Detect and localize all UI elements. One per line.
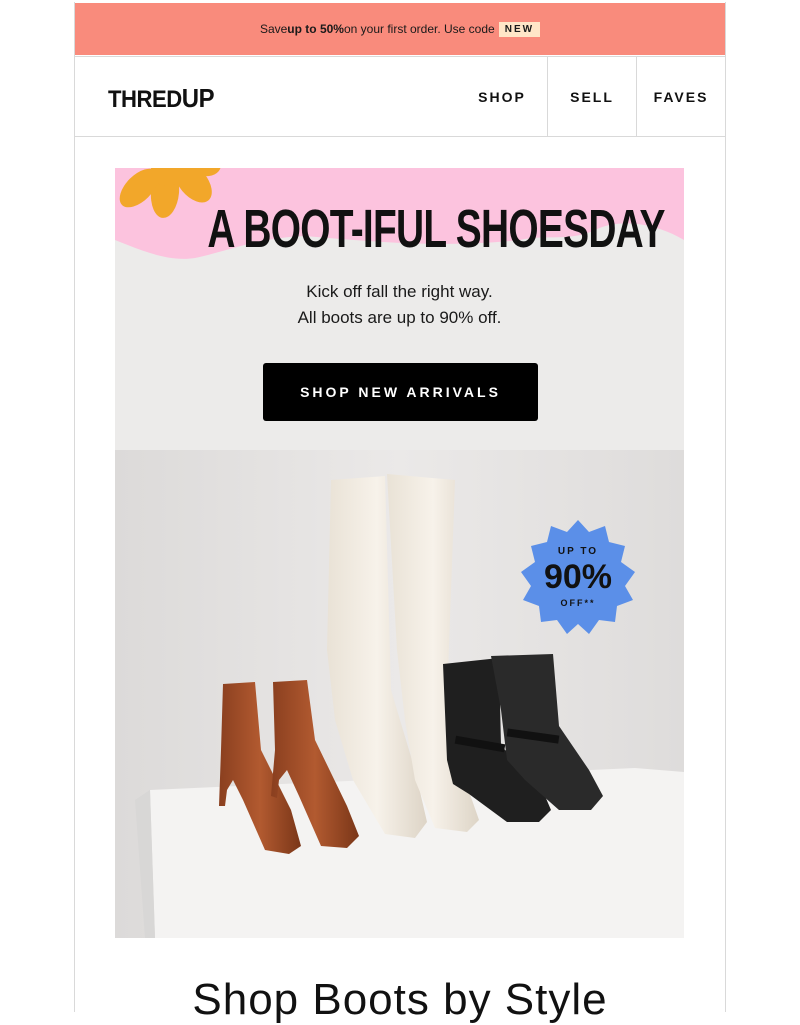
hero-headline: A BOOT-IFUL SHOESDAY [207,199,665,259]
nav-faves[interactable]: FAVES [636,57,725,136]
logo-text-main: THRED [108,86,182,113]
hero-subline-1: Kick off fall the right way. [306,282,493,301]
promo-code-badge: NEW [498,21,541,37]
header: THREDUP SHOP SELL FAVES [75,56,725,137]
badge-bottom-text: OFF** [560,598,595,608]
section-title: Shop Boots by Style [192,975,608,1024]
promo-text-pre: Save [259,22,288,36]
hero-banner[interactable]: A BOOT-IFUL SHOESDAY Kick off fall the r… [115,168,684,938]
logo-text-up: UP [181,83,215,113]
main-nav: SHOP SELL FAVES [457,57,725,136]
nav-shop[interactable]: SHOP [457,57,547,136]
hero-subline-2: All boots are up to 90% off. [297,308,502,327]
promo-banner[interactable]: Save up to 50% on your first order. Use … [75,3,725,55]
promo-text-bold: up to 50% [287,22,344,36]
promo-text-post: on your first order. Use code [343,22,495,36]
badge-value-text: 90% [544,558,612,596]
badge-top-text: UP TO [558,546,598,557]
discount-badge: UP TO 90% OFF** [521,520,635,634]
thredup-logo[interactable]: THREDUP [108,83,215,114]
shop-new-arrivals-button[interactable]: SHOP NEW ARRIVALS [263,363,538,421]
nav-sell[interactable]: SELL [547,57,636,136]
